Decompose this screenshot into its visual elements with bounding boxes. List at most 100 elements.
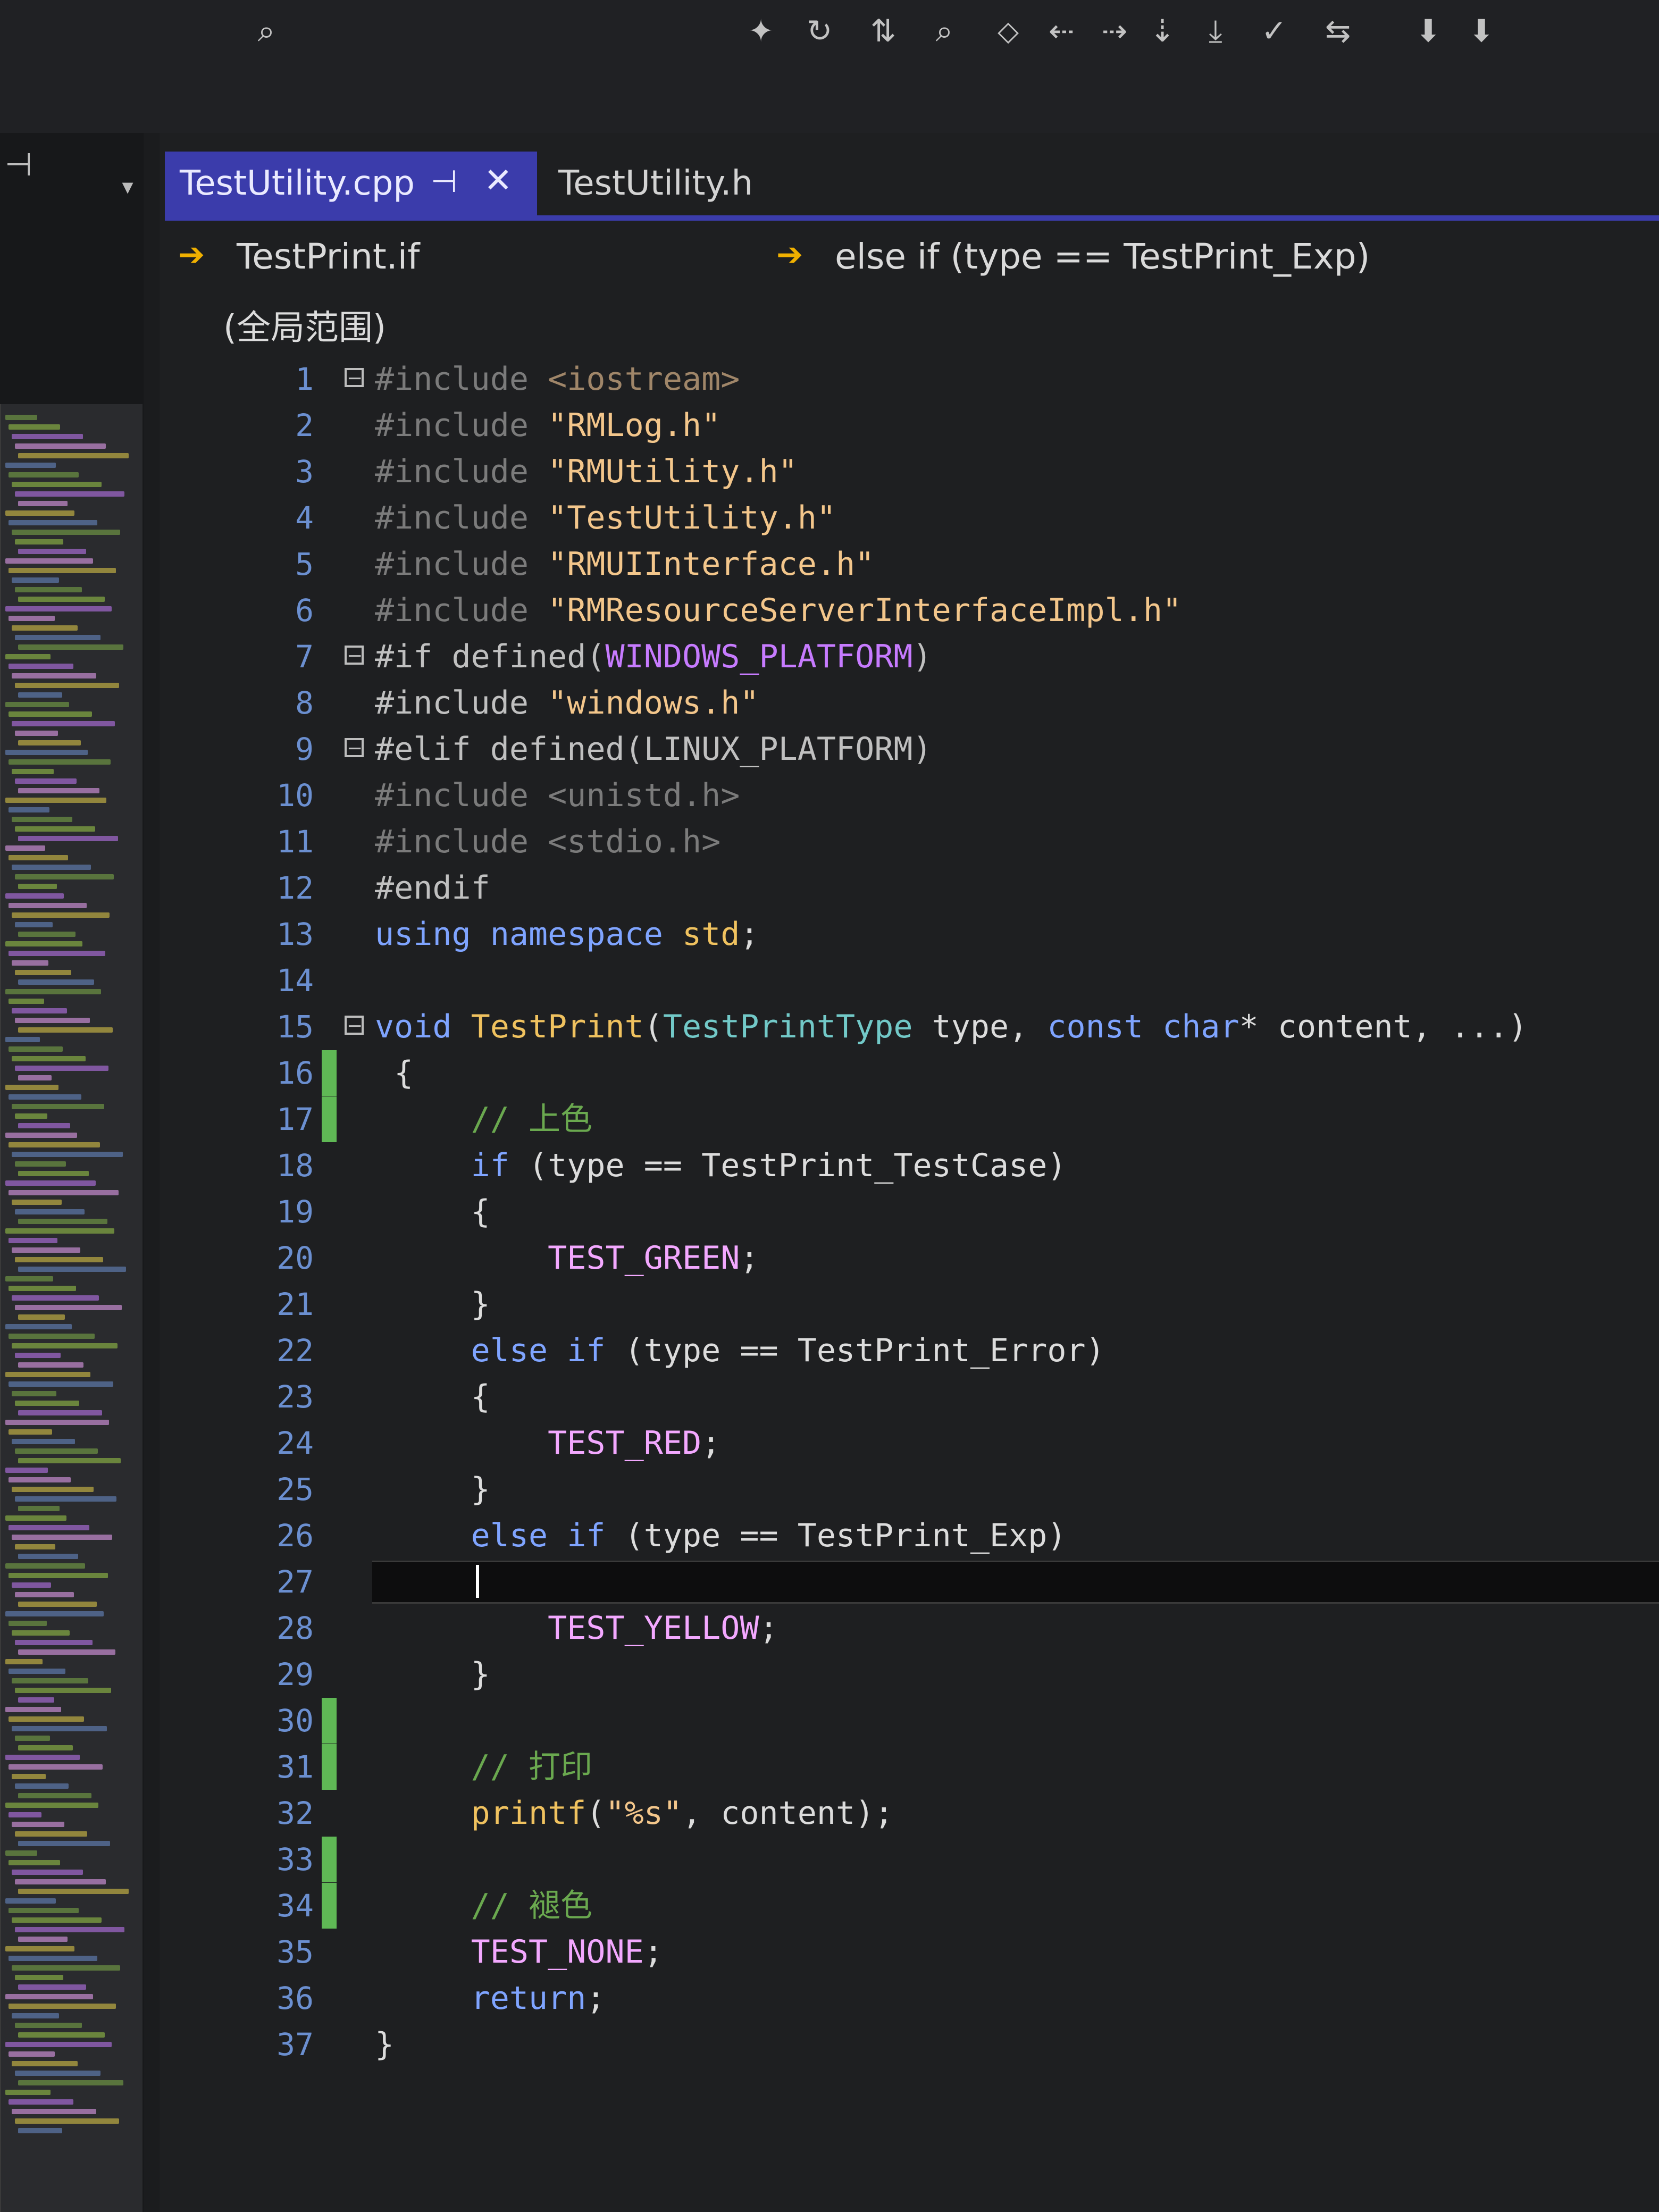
line-number: 19 [276,1194,314,1230]
minimap-line [12,2109,96,2114]
code-line[interactable]: 10 #include <unistd.h> [0,773,1659,818]
line-number: 2 [295,407,314,443]
export-icon[interactable]: ⬇ [1462,12,1501,50]
code-text: { [375,1193,490,1230]
code-line[interactable]: 37} [0,2022,1659,2067]
collapse-icon[interactable]: − [345,1016,364,1036]
code-line[interactable]: 36 return; [0,1975,1659,2021]
navigation-bar: ➔ TestPrint.if ➔ else if (type == TestPr… [160,229,1659,287]
collapse-icon[interactable]: − [345,646,364,666]
line-number: 4 [295,500,314,536]
prev-bookmark-icon[interactable]: ⇠ [1042,12,1080,50]
download-icon[interactable]: ⤓ [1196,12,1235,50]
line-number: 13 [276,916,314,952]
code-text: using namespace std; [375,916,759,953]
clear-bookmarks-icon[interactable]: ⇣ [1143,12,1182,50]
code-line[interactable]: 13 using namespace std; [0,911,1659,957]
search-replace-icon[interactable]: ⌕ [925,12,963,50]
code-line[interactable]: 7 − #if defined(WINDOWS_PLATFORM) [0,634,1659,680]
code-line[interactable]: 21 } [0,1281,1659,1327]
code-line[interactable]: 19 { [0,1189,1659,1235]
code-line[interactable]: 22 else if (type == TestPrint_Error) [0,1328,1659,1373]
code-line[interactable]: 6 #include "RMResourceServerInterfaceImpl… [0,588,1659,633]
arrow-right-icon: ➔ [776,236,803,273]
line-number: 35 [276,1934,314,1970]
line-number: 18 [276,1147,314,1184]
change-indicator [322,1050,337,1096]
line-number: 34 [276,1888,314,1924]
code-line[interactable]: 34 // 褪色 [0,1883,1659,1929]
code-line[interactable]: 16 { [0,1050,1659,1096]
sort-icon[interactable]: ⇅ [864,12,902,50]
code-line[interactable]: 2 #include "RMLog.h" [0,403,1659,448]
code-text: #endif [375,869,490,907]
code-line[interactable]: 1 − #include <iostream> [0,356,1659,402]
code-line[interactable]: 15 − void TestPrint(TestPrintType type, co… [0,1004,1659,1050]
code-line[interactable]: 26 else if (type == TestPrint_Exp) [0,1513,1659,1559]
code-line[interactable]: 24 TEST_RED; [0,1420,1659,1466]
change-indicator [322,1744,337,1790]
find-icon[interactable]: ⌕ [247,12,286,50]
code-line[interactable]: 8 #include "windows.h" [0,680,1659,726]
chevron-down-icon[interactable]: ▾ [112,170,144,202]
collapse-icon[interactable]: − [345,738,364,758]
code-text: #include "RMResourceServerInterfaceImpl.… [375,592,1182,629]
code-line[interactable]: 35 TEST_NONE; [0,1929,1659,1975]
code-line[interactable]: 31 // 打印 [0,1744,1659,1790]
code-text: #include "windows.h" [375,684,759,722]
collapse-icon[interactable]: − [345,368,364,388]
code-line[interactable]: 23 { [0,1374,1659,1420]
code-line[interactable]: 33 [0,1837,1659,1882]
code-line[interactable]: 3 #include "RMUtility.h" [0,449,1659,495]
line-number: 24 [276,1425,314,1461]
code-line[interactable]: 12 #endif [0,865,1659,911]
code-line[interactable]: 5 #include "RMUIInterface.h" [0,541,1659,587]
toolbar: ⌕ ✦ ↻ ⇅ ⌕ ⬦ ⇠ ⇢ ⇣ ⤓ ✓ ⇆ ⬇ ⬇ [0,0,1659,133]
code-line[interactable]: 4 #include "TestUtility.h" [0,495,1659,541]
tab-testutility-h[interactable]: TestUtility.h [558,152,753,215]
zoom-icon[interactable]: ⬦ [989,12,1027,50]
line-number: 15 [276,1009,314,1045]
close-icon[interactable]: ✕ [484,161,513,200]
spellcheck-icon[interactable]: ✓ [1255,12,1293,50]
move-icon[interactable]: ⇆ [1319,12,1357,50]
code-text: printf("%s", content); [471,1795,894,1832]
line-number: 36 [276,1980,314,2016]
code-text: #include "TestUtility.h" [375,499,836,537]
import-icon[interactable]: ⬇ [1409,12,1447,50]
bookmark-icon[interactable]: ✦ [742,12,780,50]
pin-icon[interactable]: ⊣ [431,163,458,199]
minimap-line [15,2118,119,2124]
code-line[interactable]: 28 TEST_YELLOW; [0,1605,1659,1651]
pin-icon[interactable]: ⊣ [0,133,37,197]
code-text: #include "RMLog.h" [375,407,721,444]
scope-dropdown[interactable]: (全局范围) [223,300,386,349]
next-bookmark-icon[interactable]: ⇢ [1095,12,1134,50]
text-caret [476,1565,479,1598]
code-text: void TestPrint(TestPrintType type, const… [375,1008,1528,1045]
code-line[interactable]: 29 } [0,1652,1659,1697]
code-line[interactable]: 18 if (type == TestPrint_TestCase) [0,1143,1659,1188]
code-line[interactable]: 30 [0,1698,1659,1744]
code-line[interactable]: 9 − #elif defined(LINUX_PLATFORM) [0,726,1659,772]
code-text: } [375,1656,490,1693]
code-text: #elif defined(LINUX_PLATFORM) [375,731,932,768]
code-text: #include <stdio.h> [375,823,721,860]
code-line[interactable]: 11 #include <stdio.h> [0,819,1659,865]
line-number: 25 [276,1471,314,1507]
code-text: TEST_GREEN; [548,1239,759,1277]
code-text: else if (type == TestPrint_Exp) [471,1517,1067,1554]
code-text: TEST_YELLOW; [548,1610,778,1647]
nav-member-dropdown[interactable]: TestPrint.if [237,236,420,277]
code-line[interactable]: 20 TEST_GREEN; [0,1235,1659,1281]
line-number: 3 [295,454,314,490]
code-line[interactable]: 17 // 上色 [0,1096,1659,1142]
code-line[interactable]: 25 } [0,1467,1659,1512]
line-number: 31 [276,1749,314,1785]
nav-scope-dropdown[interactable]: else if (type == TestPrint_Exp) [835,236,1370,277]
tab-label: TestUtility.h [558,164,753,203]
code-line[interactable]: 14 [0,958,1659,1003]
redo-icon[interactable]: ↻ [800,12,839,50]
code-line[interactable]: 32 printf("%s", content); [0,1790,1659,1836]
tab-testutility-cpp[interactable]: TestUtility.cpp ⊣ ✕ [165,152,537,215]
